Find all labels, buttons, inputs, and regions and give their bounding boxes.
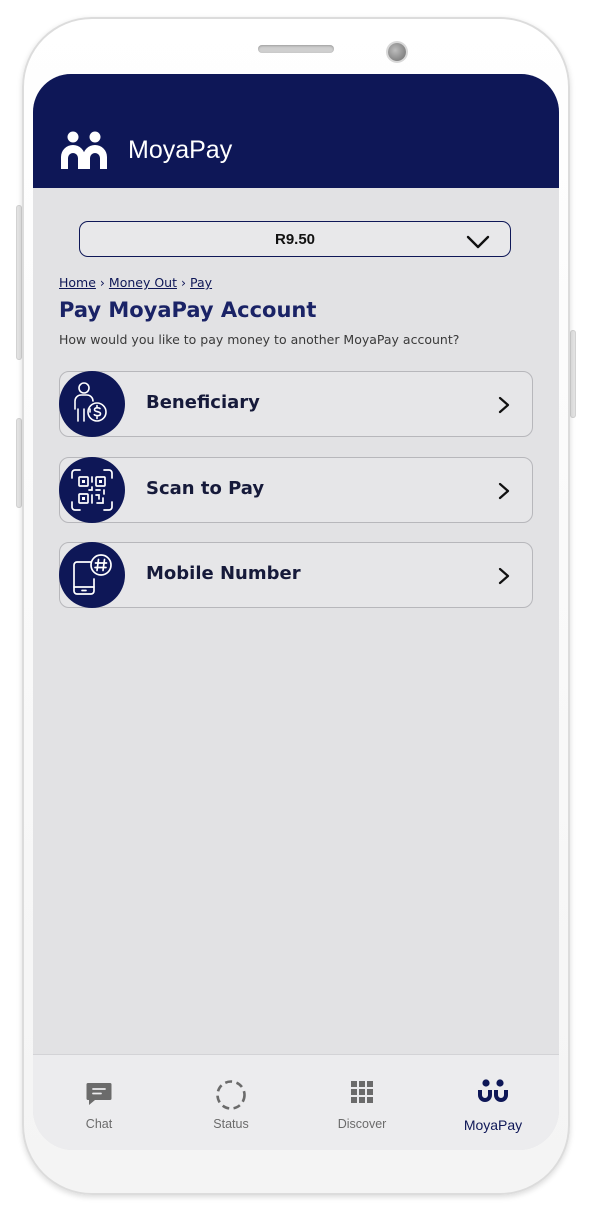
nav-chat[interactable]: Chat (33, 1055, 165, 1150)
nav-label: MoyaPay (463, 1117, 523, 1133)
chevron-right-icon (498, 567, 510, 585)
nav-label: Status (213, 1117, 249, 1131)
bottom-navigation: Chat Status Discover MoyaPay (33, 1054, 559, 1150)
option-icon-badge (59, 371, 125, 437)
option-label: Mobile Number (146, 563, 301, 584)
breadcrumb-separator: › (181, 275, 187, 290)
option-beneficiary[interactable]: Beneficiary (59, 371, 533, 437)
option-mobile-number[interactable]: Mobile Number (59, 542, 533, 608)
chevron-down-icon (466, 235, 490, 249)
moyapay-icon (478, 1079, 508, 1102)
app-title: MoyaPay (128, 136, 233, 164)
chevron-right-icon (498, 482, 510, 500)
beneficiary-icon (74, 382, 107, 422)
nav-label: Discover (337, 1117, 387, 1131)
option-icon-badge (59, 457, 125, 523)
breadcrumb-home[interactable]: Home (59, 275, 96, 290)
nav-label: Chat (85, 1117, 113, 1131)
front-camera (388, 43, 406, 61)
status-icon (216, 1080, 246, 1110)
option-label: Beneficiary (146, 392, 260, 413)
mobile-number-icon (73, 554, 112, 595)
breadcrumb-separator: › (99, 275, 105, 290)
qr-scan-icon (71, 469, 113, 511)
nav-discover[interactable]: Discover (296, 1055, 428, 1150)
option-label: Scan to Pay (146, 478, 265, 499)
app-header: MoyaPay (33, 74, 559, 188)
option-icon-badge (59, 542, 125, 608)
chevron-right-icon (498, 396, 510, 414)
speaker-grille (258, 45, 334, 53)
power-button (570, 330, 576, 418)
breadcrumb-money-out[interactable]: Money Out (109, 275, 177, 290)
breadcrumb: Home › Money Out › Pay (59, 275, 212, 290)
screen: MoyaPay R9.50 Home › Money Out › Pay Pay Moy… (33, 74, 559, 1150)
nav-status[interactable]: Status (165, 1055, 297, 1150)
option-scan-to-pay[interactable]: Scan to Pay (59, 457, 533, 523)
chat-icon (86, 1083, 112, 1105)
page-title: Pay MoyaPay Account (59, 298, 317, 322)
page-subtitle: How would you like to pay money to anoth… (59, 332, 460, 347)
grid-icon (351, 1081, 373, 1103)
balance-value: R9.50 (274, 231, 316, 248)
nav-moyapay[interactable]: MoyaPay (427, 1055, 559, 1150)
device-frame: MoyaPay R9.50 Home › Money Out › Pay Pay Moy… (0, 0, 600, 1213)
moyapay-logo-icon (61, 131, 107, 169)
balance-dropdown[interactable]: R9.50 (79, 221, 511, 257)
breadcrumb-pay[interactable]: Pay (190, 275, 212, 290)
